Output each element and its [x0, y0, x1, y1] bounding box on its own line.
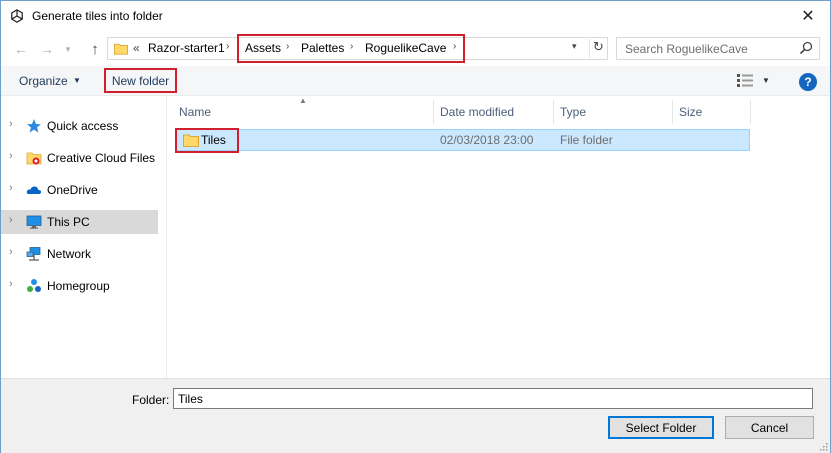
table-row[interactable]: Tiles 02/03/2018 23:00 File folder — [175, 129, 750, 151]
folder-name-input[interactable] — [173, 388, 813, 409]
overflow-chevron-icon[interactable]: « — [133, 41, 140, 55]
column-divider[interactable] — [750, 100, 751, 124]
help-icon: ? — [804, 75, 812, 89]
search-icon[interactable] — [799, 41, 813, 55]
unity-logo-icon — [11, 9, 23, 23]
breadcrumb-razor-starter1[interactable]: Razor-starter1 — [148, 41, 225, 55]
column-header-name[interactable]: Name — [179, 105, 211, 123]
back-arrow-icon: ← — [14, 41, 28, 57]
up-button[interactable]: ↑ — [85, 38, 105, 60]
cloud-icon — [26, 186, 42, 194]
view-caret-icon[interactable]: ▼ — [762, 76, 770, 85]
sidebar-item-label: This PC — [47, 215, 90, 229]
folder-icon — [114, 43, 128, 55]
sidebar-item-label: OneDrive — [47, 183, 98, 197]
folder-label: Folder: — [132, 393, 170, 407]
row-date-modified: 02/03/2018 23:00 — [440, 133, 534, 147]
view-options-icon[interactable] — [737, 74, 753, 87]
sidebar-item-label: Network — [47, 247, 92, 261]
new-folder-button[interactable]: New folder — [104, 68, 177, 93]
organize-button[interactable]: Organize — [19, 74, 68, 88]
column-header-type[interactable]: Type — [560, 105, 586, 123]
address-dropdown-icon[interactable]: ▾ — [572, 41, 577, 52]
sidebar-item-onedrive[interactable]: › OneDrive — [1, 178, 158, 202]
expand-chevron-icon[interactable]: › — [9, 278, 13, 290]
column-divider[interactable] — [553, 100, 554, 124]
expand-chevron-icon[interactable]: › — [9, 118, 13, 130]
expand-chevron-icon[interactable]: › — [9, 182, 13, 194]
navigation-pane: › Quick access › Creative Cloud Files › … — [1, 96, 167, 378]
tiles-highlight-box — [175, 128, 239, 153]
recent-locations-button[interactable]: ▾ — [61, 38, 75, 60]
column-header-size[interactable]: Size — [679, 105, 702, 123]
sidebar-item-this-pc[interactable]: › This PC — [1, 210, 158, 234]
dialog-title: Generate tiles into folder — [32, 9, 163, 23]
folder-dialog: Generate tiles into folder ✕ ← → ▾ ↑ « R… — [0, 0, 831, 453]
search-input[interactable]: Search RoguelikeCave — [616, 37, 820, 60]
help-button[interactable]: ? — [799, 73, 817, 91]
organize-caret-icon[interactable]: ▼ — [73, 76, 81, 85]
sidebar-item-label: Creative Cloud Files — [47, 151, 156, 165]
forward-arrow-icon: → — [40, 41, 54, 57]
title-bar: Generate tiles into folder ✕ — [1, 1, 830, 32]
sidebar-item-label: Quick access — [47, 119, 119, 133]
sidebar-item-quick-access[interactable]: › Quick access — [1, 114, 158, 138]
breadcrumb-highlight-box — [237, 34, 465, 63]
computer-icon — [26, 215, 42, 229]
creative-cloud-icon — [26, 152, 42, 165]
forward-button[interactable]: → — [37, 38, 57, 60]
expand-chevron-icon[interactable]: › — [9, 246, 13, 258]
up-arrow-icon: ↑ — [91, 40, 99, 58]
resize-grip-icon[interactable] — [818, 441, 828, 451]
toolbar: Organize ▼ New folder ▼ ? — [1, 66, 830, 96]
sidebar-item-creative-cloud-files[interactable]: › Creative Cloud Files — [1, 146, 158, 170]
cancel-label: Cancel — [750, 420, 789, 435]
star-icon — [27, 119, 41, 133]
select-folder-button[interactable]: Select Folder — [608, 416, 714, 439]
column-divider[interactable] — [433, 100, 434, 124]
file-list: ▲ Name Date modified Type Size Tiles 02/… — [168, 96, 830, 378]
close-icon: ✕ — [801, 8, 815, 25]
sidebar-item-homegroup[interactable]: › Homegroup — [1, 274, 158, 298]
back-button[interactable]: ← — [11, 38, 31, 60]
sort-ascending-icon: ▲ — [299, 96, 307, 105]
search-placeholder: Search RoguelikeCave — [625, 42, 748, 56]
column-divider[interactable] — [672, 100, 673, 124]
cancel-button[interactable]: Cancel — [725, 416, 814, 439]
chevron-down-icon: ▾ — [65, 43, 71, 54]
close-button[interactable]: ✕ — [792, 3, 824, 29]
homegroup-icon — [27, 279, 41, 292]
breadcrumb-separator-icon[interactable]: › — [226, 41, 229, 52]
sidebar-item-network[interactable]: › Network — [1, 242, 158, 266]
sidebar-item-label: Homegroup — [47, 279, 110, 293]
row-type: File folder — [560, 133, 613, 147]
column-header-date-modified[interactable]: Date modified — [440, 105, 514, 123]
select-folder-label: Select Folder — [625, 420, 697, 435]
network-icon — [26, 247, 41, 261]
refresh-icon[interactable]: ↻ — [589, 39, 607, 58]
expand-chevron-icon[interactable]: › — [9, 214, 13, 226]
new-folder-label: New folder — [111, 73, 170, 88]
dialog-footer: Folder: Select Folder Cancel — [1, 378, 830, 453]
expand-chevron-icon[interactable]: › — [9, 150, 13, 162]
